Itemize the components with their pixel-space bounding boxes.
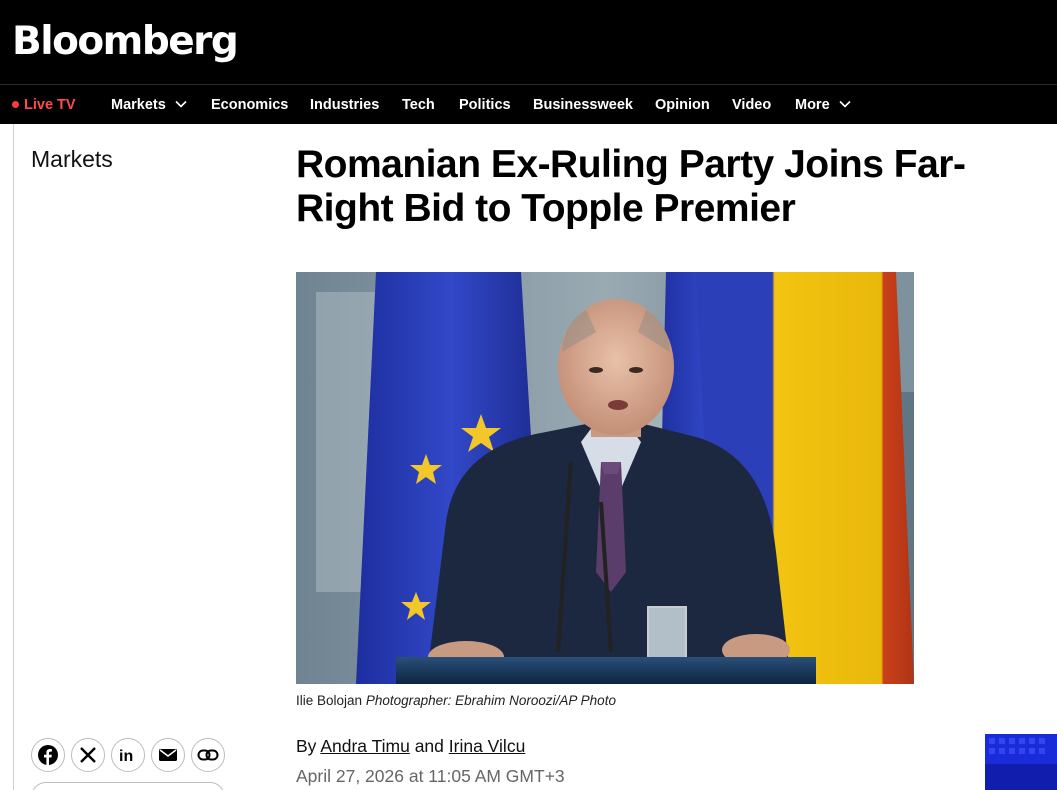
- caption-subject: Ilie Bolojan: [296, 693, 363, 708]
- nav-economics[interactable]: Economics: [211, 85, 288, 125]
- share-linkedin-button[interactable]: in: [111, 738, 145, 772]
- bottom-action-pill[interactable]: [31, 782, 225, 790]
- linkedin-icon: in: [119, 748, 133, 764]
- author-link-1[interactable]: Andra Timu: [320, 736, 409, 756]
- publish-date: April 27, 2026 at 11:05 AM GMT+3: [296, 766, 565, 786]
- photo-caption: Ilie Bolojan Photographer: Ebrahim Noroo…: [296, 692, 616, 710]
- brand-header: Bloomberg: [0, 0, 1057, 84]
- nav-tech[interactable]: Tech: [402, 85, 435, 125]
- nav-markets-label: Markets: [111, 97, 166, 113]
- chevron-down-icon: [175, 100, 187, 108]
- nav-live-tv[interactable]: Live TV: [12, 85, 76, 125]
- bloomberg-logo[interactable]: Bloomberg: [12, 18, 239, 66]
- article-headline: Romanian Ex-Ruling Party Joins Far- Righ…: [296, 143, 1056, 231]
- nav-politics[interactable]: Politics: [459, 85, 511, 125]
- nav-businessweek[interactable]: Businessweek: [533, 85, 633, 125]
- facebook-icon: [38, 745, 58, 765]
- nav-more-label: More: [795, 97, 830, 113]
- link-icon: [197, 749, 219, 761]
- article-byline: By Andra Timu and Irina Vilcu: [296, 735, 525, 757]
- ad-pattern: [985, 734, 1057, 790]
- live-dot-icon: [12, 101, 19, 108]
- byline-prefix: By: [296, 736, 317, 756]
- nav-live-tv-label: Live TV: [24, 97, 76, 113]
- share-link-button[interactable]: [191, 738, 225, 772]
- share-email-button[interactable]: [151, 738, 185, 772]
- byline-and: and: [414, 736, 444, 756]
- share-x-button[interactable]: [71, 738, 105, 772]
- headline-line-2: Right Bid to Topple Premier: [296, 187, 796, 230]
- section-label[interactable]: Markets: [31, 144, 113, 174]
- ad-thumbnail[interactable]: [985, 734, 1057, 790]
- nav-markets[interactable]: Markets: [111, 85, 187, 125]
- share-facebook-button[interactable]: [31, 738, 65, 772]
- x-icon: [80, 747, 96, 763]
- chevron-down-icon: [839, 100, 851, 108]
- main-nav: Live TV Markets Economics Industries Tec…: [0, 84, 1057, 124]
- left-divider: [13, 124, 14, 790]
- nav-video[interactable]: Video: [732, 85, 771, 125]
- nav-more[interactable]: More: [795, 85, 851, 125]
- nav-industries[interactable]: Industries: [310, 85, 379, 125]
- photo-illustration: [296, 272, 914, 684]
- author-link-2[interactable]: Irina Vilcu: [449, 736, 526, 756]
- nav-opinion[interactable]: Opinion: [655, 85, 710, 125]
- email-icon: [159, 749, 177, 761]
- caption-credit: Photographer: Ebrahim Noroozi/AP Photo: [365, 693, 616, 708]
- article-photo[interactable]: [296, 272, 914, 684]
- svg-text:in: in: [119, 748, 133, 764]
- headline-line-1: Romanian Ex-Ruling Party Joins Far-: [296, 143, 966, 186]
